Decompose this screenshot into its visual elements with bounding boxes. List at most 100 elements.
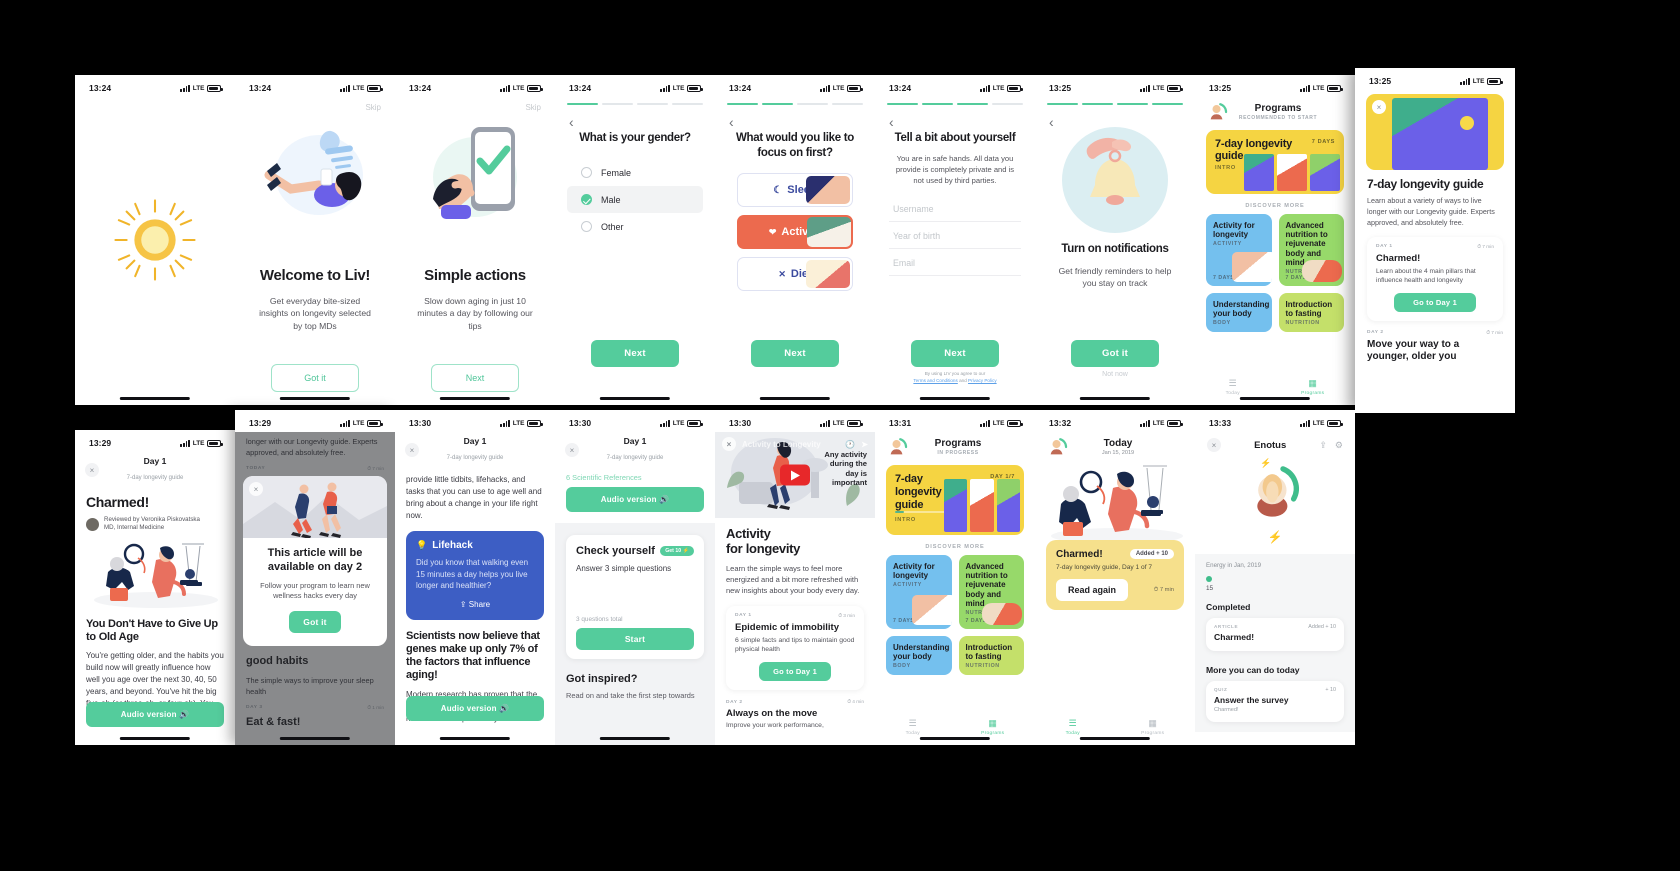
progress-step-2 <box>762 103 793 105</box>
program-card-title: Understanding your body <box>893 643 950 662</box>
tab-today[interactable]: ☰ Today <box>1226 378 1240 396</box>
signal-icon <box>1140 419 1151 427</box>
program-hero-card[interactable]: 7-day longevity guide INTRO 7 DAYS <box>1206 130 1344 194</box>
quiz-card: Check yourself Get 10 ⚡ Answer 3 simple … <box>566 535 704 659</box>
day-duration: ⏱ 7 min <box>1486 330 1503 336</box>
tab-today[interactable]: ☰ Today <box>906 718 920 736</box>
tab-programs[interactable]: ▦ Programs <box>1301 378 1324 396</box>
status-bar: 13:30 LTE <box>395 410 555 432</box>
watch-later-icon[interactable]: 🕐 <box>845 440 855 449</box>
status-indicators: LTE <box>180 439 223 447</box>
more-item[interactable]: QUIZ Answer the survey Charmed! + 10 <box>1206 681 1344 722</box>
sun-logo <box>112 197 198 283</box>
program-card-fasting[interactable]: Introduction to fasting NUTRITION <box>1278 293 1344 333</box>
status-bar: 13:29 LTE <box>235 410 395 432</box>
battery-icon <box>1007 419 1023 427</box>
signup-form: Username Year of birth Email <box>889 195 1021 276</box>
back-button[interactable]: ‹ <box>729 115 734 129</box>
avatar[interactable] <box>1207 101 1229 123</box>
focus-card-diet[interactable]: ✕ Diet <box>737 257 853 291</box>
year-of-birth-field[interactable]: Year of birth <box>889 222 1021 249</box>
read-again-button[interactable]: Read again <box>1056 579 1129 601</box>
program-card-nutrition[interactable]: Advanced nutrition to rejuvenate body an… <box>958 555 1024 629</box>
go-to-day-button[interactable]: Go to Day 1 <box>759 662 831 682</box>
program-card-nutrition[interactable]: Advanced nutrition to rejuvenate body an… <box>1278 214 1344 286</box>
list-icon: ☰ <box>1228 378 1237 388</box>
back-button[interactable]: ‹ <box>889 115 894 129</box>
skip-button[interactable]: Skip <box>525 103 541 112</box>
tab-programs[interactable]: ▦ Programs <box>1141 718 1164 736</box>
next-button[interactable]: Next <box>591 340 679 367</box>
username-field[interactable]: Username <box>889 195 1021 222</box>
radio-option-female[interactable]: Female <box>567 159 703 186</box>
next-button[interactable]: Next <box>431 364 519 392</box>
grid-icon: ▦ <box>1308 378 1318 388</box>
day-card-1[interactable]: DAY 1 ⏱ 7 min Charmed! Learn about the 4… <box>1367 236 1503 321</box>
not-now-button[interactable]: Not now <box>1035 371 1195 378</box>
day-card-2[interactable]: DAY 2 ⏱ 7 min Move your way to a younger… <box>1367 330 1503 364</box>
program-card-tag: BODY <box>1213 320 1231 327</box>
audio-version-button[interactable]: Audio version 🔊 <box>86 702 224 727</box>
battery-icon <box>687 419 703 427</box>
program-card-activity[interactable]: Activity for longevity ACTIVITY 7 DAYS <box>1206 214 1272 286</box>
gear-icon[interactable]: ⚙ <box>1335 440 1343 451</box>
focus-card-sleep[interactable]: ☾ Sleep <box>737 173 853 207</box>
video-close-button[interactable]: × <box>722 437 736 451</box>
today-article-card[interactable]: Charmed! Added + 10 7-day longevity guid… <box>1046 540 1184 610</box>
modal-close-button[interactable]: × <box>249 482 263 496</box>
avatar[interactable] <box>887 436 909 458</box>
references-link[interactable]: 6 Scientific References <box>555 469 715 484</box>
go-to-day-button[interactable]: Go to Day 1 <box>1394 292 1476 312</box>
share-icon[interactable]: ➤ <box>861 440 868 449</box>
author-credentials: MD, Internal Medicine <box>104 524 165 532</box>
status-bar: 13:29 LTE <box>75 430 235 452</box>
completed-item[interactable]: ARTICLE Charmed! Added + 10 <box>1206 618 1344 651</box>
video-header: × Activity to Longevity 🕐 ➤ <box>722 437 868 451</box>
next-button[interactable]: Next <box>751 340 839 367</box>
audio-version-button[interactable]: Audio version 🔊 <box>406 696 544 721</box>
email-field[interactable]: Email <box>889 249 1021 276</box>
carrier-label: LTE <box>1472 77 1485 85</box>
program-card-fasting[interactable]: Introduction to fasting NUTRITION <box>958 636 1024 676</box>
terms-link[interactable]: Terms and Conditions <box>913 378 957 383</box>
back-button[interactable]: ‹ <box>569 115 574 129</box>
close-button[interactable]: × <box>1372 100 1386 114</box>
signal-icon <box>180 439 191 447</box>
page-title: Turn on notifications <box>1061 243 1169 255</box>
program-hero-card[interactable]: 7-day longevity guide INTRO DAY 1/7 <box>886 465 1024 535</box>
page-subtitle: RECOMMENDED TO START <box>1238 115 1318 121</box>
privacy-link[interactable]: Privacy Policy <box>968 378 997 383</box>
next-button[interactable]: Next <box>911 340 999 367</box>
battery-icon <box>1007 84 1023 92</box>
program-card-body[interactable]: Understanding your body BODY <box>886 636 952 676</box>
status-indicators: LTE <box>180 84 223 92</box>
radio-option-male[interactable]: Male <box>567 186 703 213</box>
video-player[interactable]: × Activity to Longevity 🕐 ➤ Any activity… <box>715 432 875 518</box>
play-button[interactable] <box>780 464 810 486</box>
day-card-2[interactable]: DAY 2 ⏱ 4 min Always on the move Improve… <box>726 699 864 730</box>
focus-card-activity[interactable]: ❤ Activity <box>737 215 853 249</box>
status-indicators: LTE <box>1300 419 1343 427</box>
day-duration: ⏱ 7 min <box>1477 244 1494 250</box>
discover-more-label: DISCOVER MORE <box>925 544 985 550</box>
skip-button[interactable]: Skip <box>365 103 381 112</box>
share-button[interactable]: ⇪ Share <box>416 600 534 609</box>
tab-today[interactable]: ☰ Today <box>1066 718 1080 736</box>
status-indicators: LTE <box>1140 419 1183 427</box>
radio-option-other[interactable]: Other <box>567 213 703 240</box>
quiz-start-button[interactable]: Start <box>576 628 694 650</box>
tab-programs[interactable]: ▦ Programs <box>981 718 1004 736</box>
modal-got-it-button[interactable]: Got it <box>289 610 341 633</box>
got-it-button[interactable]: Got it <box>1071 340 1159 367</box>
page-subtitle: Get everyday bite-sized insights on long… <box>259 296 371 331</box>
program-card-tag: ACTIVITY <box>893 582 922 589</box>
got-it-button[interactable]: Got it <box>271 364 359 392</box>
audio-version-button[interactable]: Audio version 🔊 <box>566 487 704 512</box>
page-title: Today <box>1103 438 1133 449</box>
close-button[interactable]: × <box>1207 438 1221 452</box>
program-card-activity[interactable]: Activity for longevity ACTIVITY 7 DAYS <box>886 555 952 629</box>
program-card-body[interactable]: Understanding your body BODY <box>1206 293 1272 333</box>
share-icon[interactable]: ⇪ <box>1319 440 1327 451</box>
back-button[interactable]: ‹ <box>1049 115 1054 129</box>
day-card-1[interactable]: DAY 1 ⏱ 3 min Epidemic of immobility 6 s… <box>726 605 864 691</box>
